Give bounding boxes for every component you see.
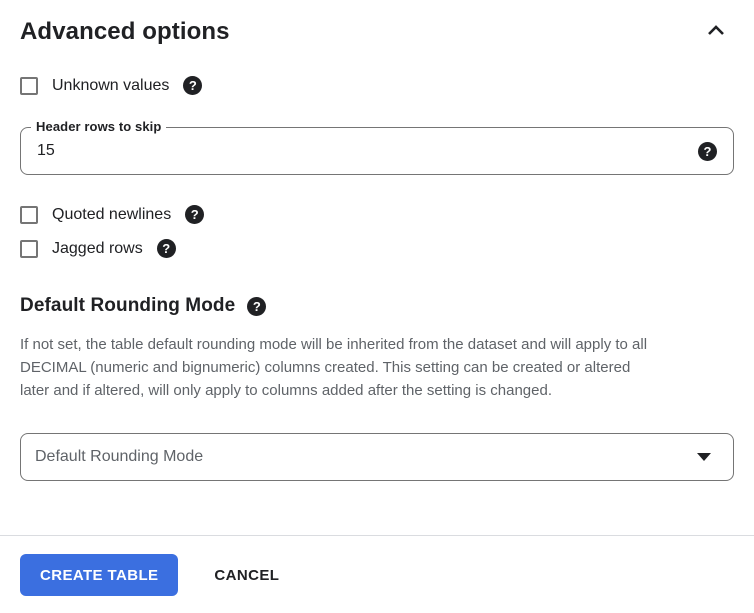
quoted-newlines-row: Quoted newlines ? — [20, 205, 734, 224]
help-icon[interactable]: ? — [698, 141, 717, 161]
rounding-mode-description: If not set, the table default rounding m… — [20, 336, 648, 399]
dropdown-arrow-icon — [697, 453, 711, 461]
help-icon[interactable]: ? — [183, 76, 203, 95]
unknown-values-label[interactable]: Unknown values — [52, 77, 169, 95]
default-rounding-mode-select[interactable]: Default Rounding Mode — [20, 433, 734, 481]
header-rows-to-skip-field: Header rows to skip ? — [20, 119, 734, 175]
header-rows-to-skip-label: Header rows to skip — [31, 119, 167, 134]
header-rows-to-skip-input[interactable] — [37, 142, 686, 160]
section-header: Advanced options — [20, 0, 734, 46]
unknown-values-checkbox[interactable] — [20, 76, 38, 95]
cancel-button[interactable]: CANCEL — [214, 567, 279, 584]
jagged-rows-checkbox[interactable] — [20, 239, 38, 258]
unknown-values-row: Unknown values ? — [20, 76, 734, 95]
dropdown-selected-value: Default Rounding Mode — [35, 448, 204, 465]
jagged-rows-label[interactable]: Jagged rows — [52, 240, 143, 258]
page-title: Advanced options — [20, 18, 230, 45]
chevron-up-icon — [704, 19, 728, 46]
create-table-button[interactable]: CREATE TABLE — [20, 554, 179, 596]
quoted-newlines-checkbox[interactable] — [20, 205, 38, 224]
help-icon[interactable]: ? — [156, 239, 176, 258]
help-icon[interactable]: ? — [185, 205, 205, 224]
collapse-section-button[interactable] — [702, 18, 730, 46]
default-rounding-mode-title: Default Rounding Mode — [20, 295, 236, 316]
help-icon[interactable]: ? — [247, 296, 267, 316]
jagged-rows-row: Jagged rows ? — [20, 239, 734, 258]
footer-actions: CREATE TABLE CANCEL — [0, 536, 754, 596]
advanced-options-panel: Advanced options Unknown values ? Header… — [0, 0, 754, 481]
quoted-newlines-label[interactable]: Quoted newlines — [52, 206, 171, 224]
default-rounding-mode-header: Default Rounding Mode ? — [20, 295, 734, 317]
